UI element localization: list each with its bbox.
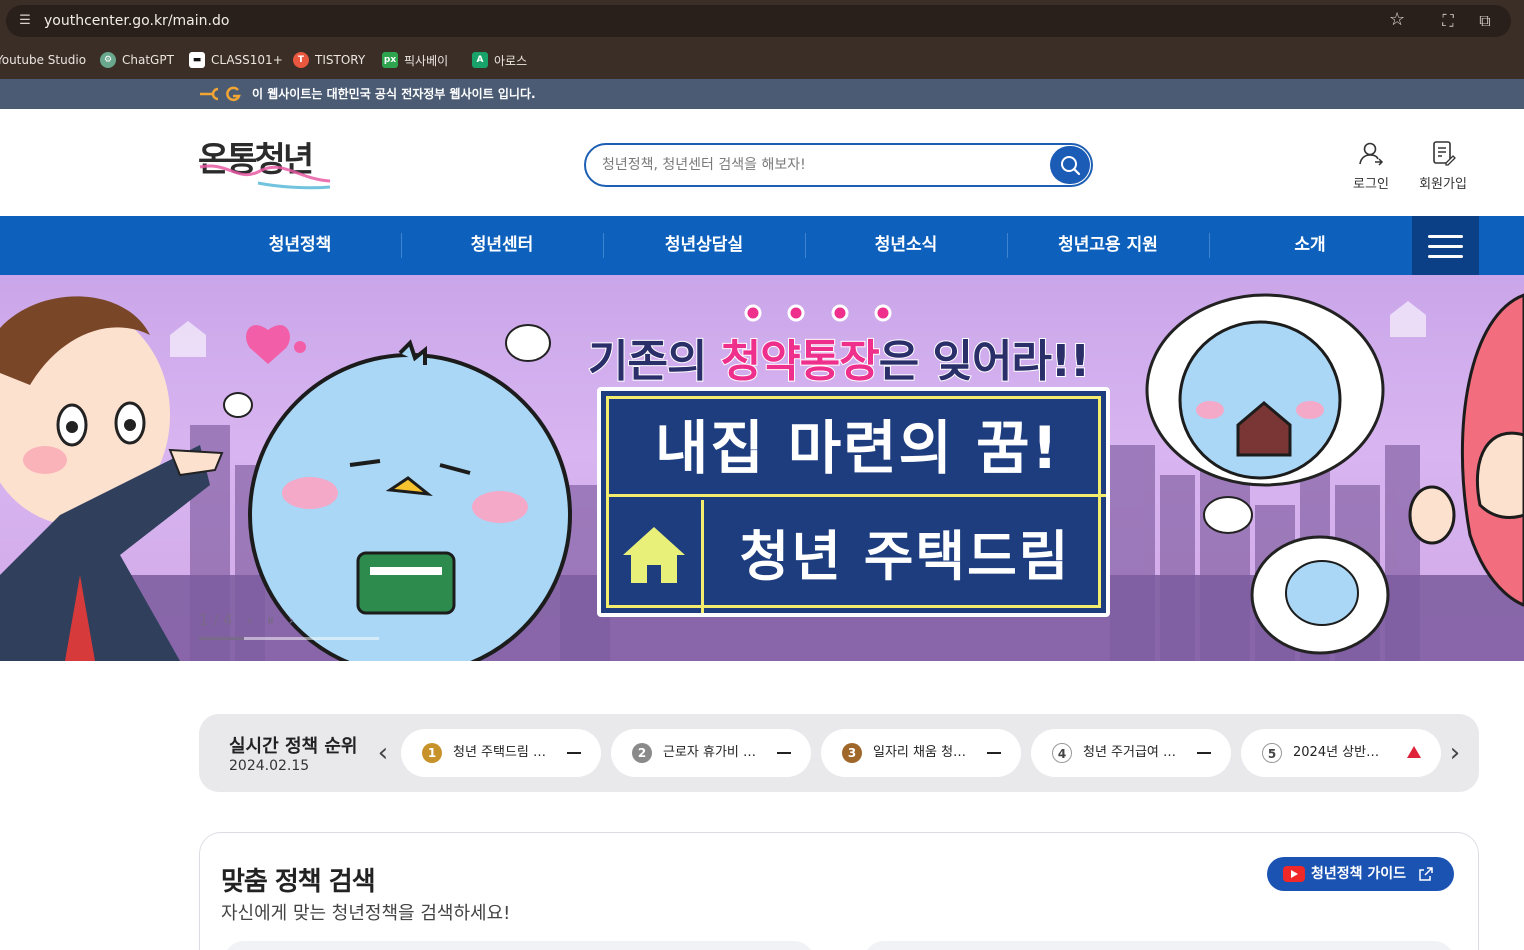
browser-toolbar: ☰ youthcenter.go.kr/main.do ☆ ⛶ ⧉ (0, 0, 1524, 42)
rank-label: 청년 주거급여 분리지급 (1083, 745, 1179, 760)
hero-kicker: 기존의 청약통장은 잊어라!! (587, 325, 1091, 389)
search-button[interactable] (1050, 146, 1090, 184)
bookmarks-bar: Youtube Studio ⚙ ChatGPT ▬ CLASS101+ T T… (0, 42, 1524, 79)
site-logo[interactable]: 온통청년 (198, 131, 338, 193)
carousel-prev-icon[interactable]: ‹ (247, 611, 253, 629)
trend-same-icon (567, 752, 581, 754)
gov-banner-text: 이 웹사이트는 대한민국 공식 전자정부 웹사이트 입니다. (252, 87, 536, 101)
trend-same-icon (777, 752, 791, 754)
bookmark-label: ChatGPT (122, 53, 174, 67)
menu-hamburger-icon[interactable] (1412, 216, 1479, 275)
ranking-next-icon[interactable]: › (1445, 738, 1465, 768)
hero-title-box: 내집 마련의 꿈! 청년 주택드림 (597, 387, 1110, 617)
aros-icon: A (472, 52, 488, 68)
kicker-suffix: 은 잊어라!! (878, 335, 1091, 388)
custom-search-subtitle: 자신에게 맞는 청년정책을 검색하세요! (221, 903, 511, 924)
user-icon (1359, 142, 1384, 166)
policy-guide-label: 청년정책 가이드 (1311, 866, 1407, 882)
bookmark-chatgpt[interactable]: ⚙ ChatGPT (100, 50, 174, 70)
bookmark-label: TISTORY (315, 53, 366, 67)
search-box[interactable] (584, 143, 1093, 187)
ranking-prev-icon[interactable]: ‹ (373, 738, 393, 768)
trend-up-icon (1407, 746, 1421, 758)
ranking-title: 실시간 정책 순위 (229, 736, 358, 757)
rank-label: 일자리 채움 청년지원금 (873, 745, 969, 760)
url-text[interactable]: youthcenter.go.kr/main.do (44, 12, 229, 30)
ranking-item[interactable]: 2 근로자 휴가비 지원 (611, 729, 811, 777)
rank-badge: 4 (1052, 743, 1072, 763)
carousel-pause-icon[interactable]: ⏸ (267, 611, 275, 629)
signup-form-icon (1433, 141, 1456, 166)
trend-same-icon (987, 752, 1001, 754)
bookmark-label: Youtube Studio (0, 53, 87, 67)
rank-label: 2024년 상반기 청년 (1293, 745, 1389, 760)
bookmark-label: 픽사베이 (404, 53, 449, 68)
bookmark-pixabay[interactable]: px 픽사베이 (382, 50, 448, 70)
nav-counseling[interactable]: 청년상담실 (603, 216, 805, 275)
policy-guide-button[interactable]: 청년정책 가이드 (1267, 857, 1454, 891)
rank-label: 근로자 휴가비 지원 (663, 745, 759, 760)
carousel-progress (199, 637, 379, 640)
ranking-date: 2024.02.15 (229, 758, 310, 774)
bookmark-class101[interactable]: ▬ CLASS101+ (189, 50, 283, 70)
youtube-icon (1283, 866, 1305, 882)
carousel-next-icon[interactable]: › (288, 611, 294, 629)
bookmark-youtube-studio[interactable]: Youtube Studio (0, 50, 86, 70)
nav-youth-policy[interactable]: 청년정책 (199, 216, 401, 275)
search-icon (1061, 156, 1081, 176)
carousel-progress-fill (199, 637, 244, 640)
rank-badge: 1 (422, 743, 442, 763)
nav-about[interactable]: 소개 (1209, 216, 1411, 275)
carousel-page-indicator: 1 / 4 (199, 611, 233, 629)
trend-same-icon (1197, 752, 1211, 754)
house-icon (623, 527, 685, 583)
bookmark-aros[interactable]: A 아로스 (472, 50, 527, 70)
search-input[interactable] (602, 154, 1042, 176)
login-label: 로그인 (1353, 177, 1389, 192)
filter-tab[interactable] (224, 941, 814, 950)
ranking-item[interactable]: 3 일자리 채움 청년지원금 (821, 729, 1021, 777)
ranking-item[interactable]: 4 청년 주거급여 분리지급 (1031, 729, 1231, 777)
nav-youth-center[interactable]: 청년센터 (401, 216, 603, 275)
login-link[interactable]: 로그인 (1336, 139, 1406, 192)
ranking-item[interactable]: 5 2024년 상반기 청년 (1241, 729, 1441, 777)
custom-policy-search: 맞춤 정책 검색 자신에게 맞는 청년정책을 검색하세요! 청년정책 가이드 (199, 832, 1479, 950)
bookmark-tistory[interactable]: T TISTORY (293, 50, 365, 70)
egov-logo-icon (200, 86, 241, 102)
screen-capture-icon[interactable]: ⛶ (1438, 11, 1458, 31)
gov-official-banner: 이 웹사이트는 대한민국 공식 전자정부 웹사이트 입니다. (0, 79, 1524, 109)
kicker-highlight: 청약통장 (720, 335, 881, 388)
bookmark-label: 아로스 (494, 53, 528, 68)
chatgpt-icon: ⚙ (100, 52, 116, 68)
nav-employment-support[interactable]: 청년고용 지원 (1007, 216, 1209, 275)
filter-tab[interactable] (864, 941, 1454, 950)
bookmark-star-icon[interactable]: ☆ (1389, 10, 1405, 30)
hero-banner[interactable]: 기존의 청약통장은 잊어라!! 내집 마련의 꿈! 청년 주택드림 1 / 4 … (0, 275, 1524, 661)
realtime-ranking-bar: 실시간 정책 순위 2024.02.15 ‹ 1 청년 주택드림 청약통장 2 … (199, 714, 1479, 792)
rank-label: 청년 주택드림 청약통장 (453, 745, 549, 760)
kicker-prefix: 기존의 (587, 335, 721, 388)
hero-line2: 청년 주택드림 (701, 500, 1106, 613)
external-link-icon (1419, 867, 1433, 881)
class101-icon: ▬ (189, 52, 205, 68)
pixabay-icon: px (382, 52, 398, 68)
main-navigation: 청년정책 청년센터 청년상담실 청년소식 청년고용 지원 소개 (0, 216, 1524, 275)
signup-link[interactable]: 회원가입 (1408, 139, 1478, 192)
site-settings-icon[interactable]: ☰ (16, 12, 34, 30)
rank-badge: 2 (632, 743, 652, 763)
rank-badge: 5 (1262, 743, 1282, 763)
ranking-item[interactable]: 1 청년 주택드림 청약통장 (401, 729, 601, 777)
nav-youth-news[interactable]: 청년소식 (805, 216, 1007, 275)
hero-line1: 내집 마련의 꿈! (609, 399, 1106, 497)
signup-label: 회원가입 (1419, 177, 1467, 192)
custom-search-title: 맞춤 정책 검색 (221, 867, 376, 897)
extensions-icon[interactable]: ⧉ (1475, 11, 1495, 31)
site-header: 온통청년 로그인 회원가입 (0, 109, 1524, 216)
carousel-controls: 1 / 4 ‹ ⏸ › (199, 611, 308, 629)
rank-badge: 3 (842, 743, 862, 763)
bookmark-label: CLASS101+ (211, 53, 283, 67)
address-bar[interactable]: ☰ youthcenter.go.kr/main.do ☆ (6, 5, 1511, 37)
tistory-icon: T (293, 52, 309, 68)
